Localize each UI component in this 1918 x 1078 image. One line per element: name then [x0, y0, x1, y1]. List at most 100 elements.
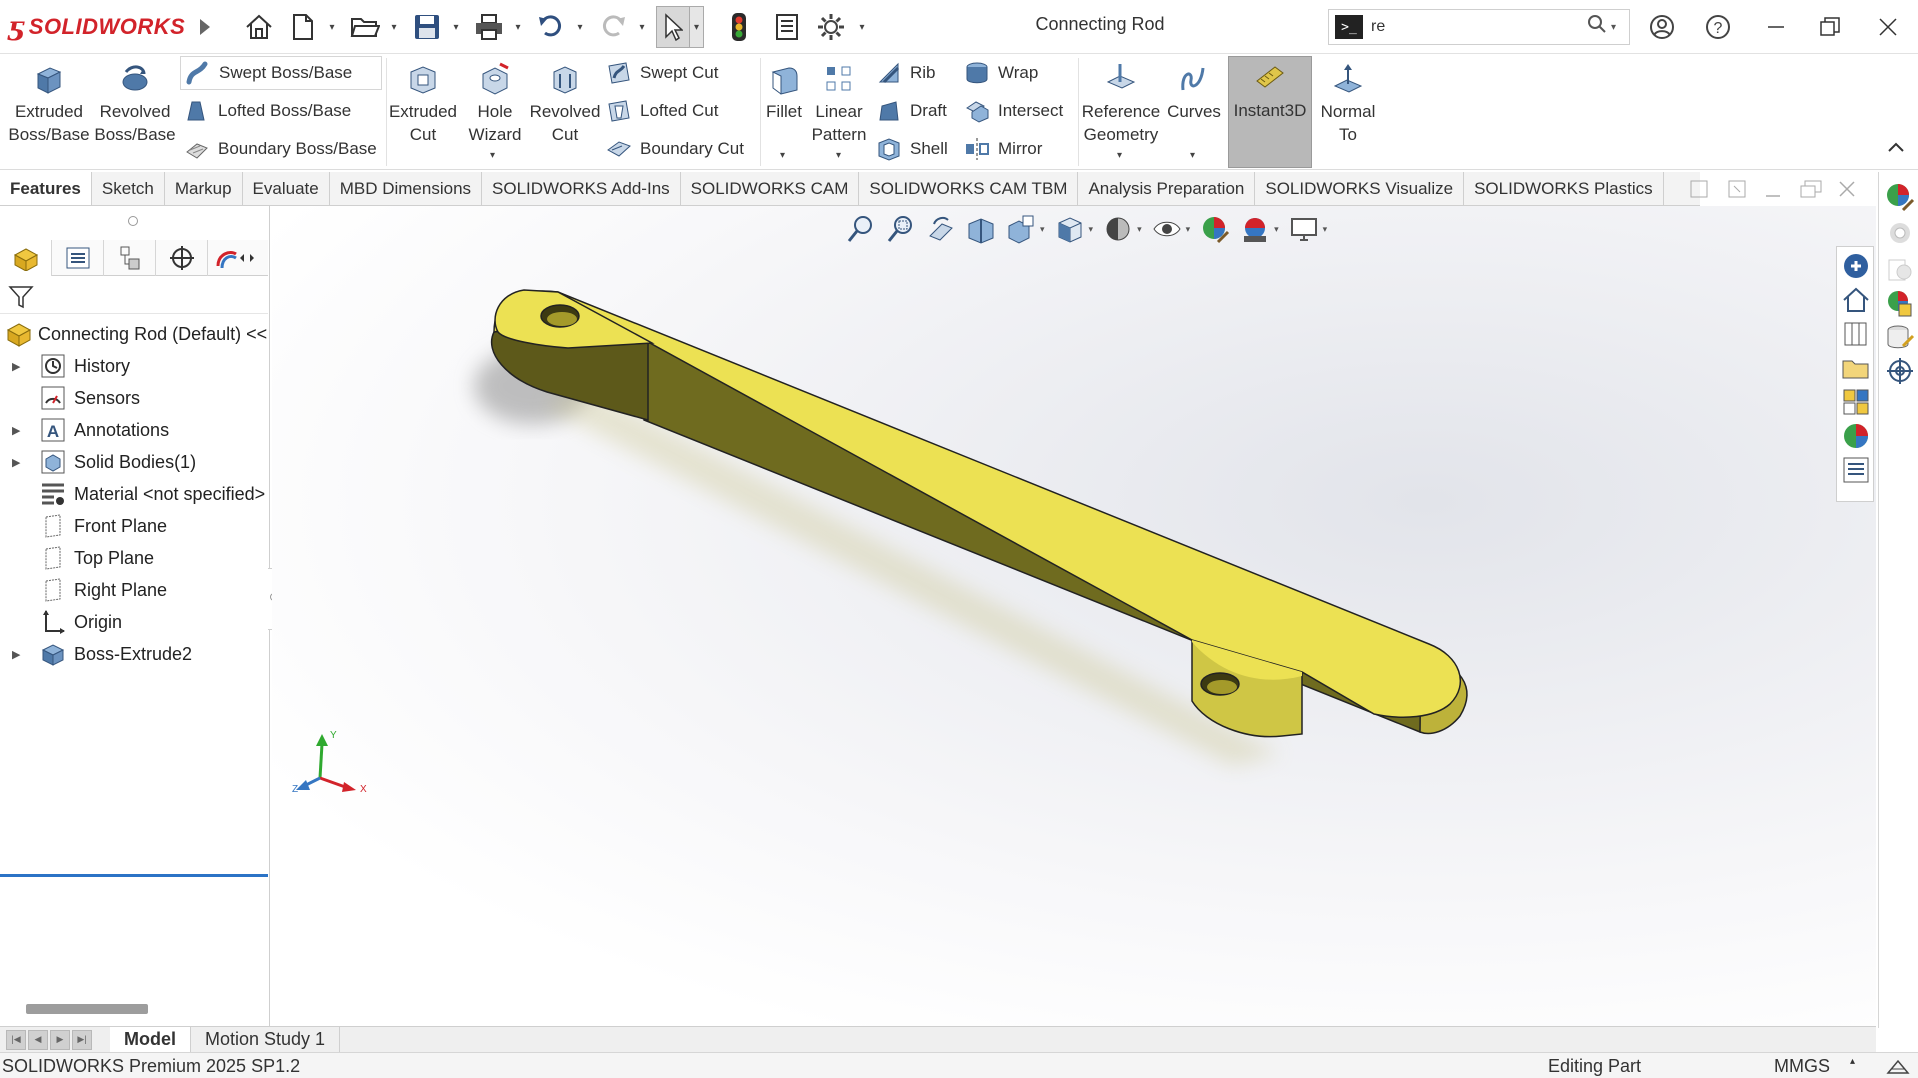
lofted-boss-button[interactable]: Lofted Boss/Base [184, 94, 351, 128]
tab-sketch[interactable]: Sketch [92, 172, 165, 205]
copy-appearance-icon[interactable] [1885, 254, 1915, 284]
search-box[interactable]: >_ ▾ [1328, 9, 1630, 45]
property-manager-tab-icon[interactable] [52, 239, 104, 276]
file-explorer-icon[interactable] [1841, 353, 1871, 383]
home-icon[interactable] [242, 10, 276, 44]
tab-markup[interactable]: Markup [165, 172, 243, 205]
tree-item-origin[interactable]: Origin [0, 606, 268, 638]
display-manager-tab-icon[interactable] [208, 240, 264, 276]
design-library-icon[interactable] [1841, 319, 1871, 349]
hole-wizard-dropdown-icon[interactable]: ▾ [490, 150, 495, 161]
file-properties-icon[interactable] [770, 10, 804, 44]
configuration-manager-tab-icon[interactable] [104, 239, 156, 276]
filter-icon[interactable] [8, 284, 34, 310]
search-input[interactable] [1371, 18, 1571, 36]
prev-tab-icon[interactable]: ◀ [28, 1029, 48, 1050]
swept-cut-button[interactable]: Swept Cut [606, 56, 718, 90]
tab-features[interactable]: Features [0, 172, 92, 205]
shell-button[interactable]: Shell [876, 132, 948, 166]
tab-motion-study-1[interactable]: Motion Study 1 [191, 1026, 341, 1053]
lofted-cut-button[interactable]: Lofted Cut [606, 94, 718, 128]
close-window-icon[interactable] [1866, 7, 1910, 47]
expand-arrow-icon[interactable]: ▶ [12, 424, 20, 437]
solidworks-resources-icon[interactable] [1841, 251, 1871, 281]
home-view-icon[interactable] [1841, 285, 1871, 315]
magnifier-icon[interactable] [1587, 14, 1607, 40]
redo-dropdown-icon[interactable]: ▾ [636, 10, 648, 44]
revolved-cut-button[interactable]: Revolved Cut [530, 58, 600, 166]
tab-solidworks-visualize[interactable]: SOLIDWORKS Visualize [1255, 172, 1465, 205]
custom-properties-icon[interactable] [1841, 455, 1871, 485]
options-dropdown-icon[interactable]: ▾ [856, 10, 868, 44]
save-dropdown-icon[interactable]: ▾ [450, 10, 462, 44]
expand-arrow-icon[interactable]: ▶ [12, 456, 20, 469]
view-palette-icon[interactable] [1841, 387, 1871, 417]
open-dropdown-icon[interactable]: ▾ [388, 10, 400, 44]
expand-arrow-icon[interactable]: ▶ [12, 360, 20, 373]
next-tab-icon[interactable]: ▶ [50, 1029, 70, 1050]
graphics-area[interactable]: ▾ ▾ ▾ ▾ ▾ ▾ Y X Z [272, 206, 1876, 1026]
undo-icon[interactable] [534, 10, 568, 44]
tree-item-top-plane[interactable]: Top Plane [0, 542, 268, 574]
unit-system[interactable]: MMGS [1774, 1056, 1830, 1077]
extruded-boss-button[interactable]: Extruded Boss/Base [8, 58, 90, 166]
normal-to-button[interactable]: Normal To [1316, 58, 1380, 166]
rebuild-traffic-light-icon[interactable] [722, 10, 756, 44]
intersect-button[interactable]: Intersect [964, 94, 1063, 128]
dimxpert-manager-tab-icon[interactable] [156, 239, 208, 276]
instant3d-button[interactable]: Instant3D [1228, 56, 1312, 168]
appearance-target-icon[interactable] [1885, 218, 1915, 248]
fillet-dropdown-icon[interactable]: ▾ [780, 150, 785, 161]
print-icon[interactable] [472, 10, 506, 44]
appearances-icon[interactable] [1885, 182, 1915, 212]
select-pointer-icon[interactable] [656, 6, 690, 48]
solidworks-logo[interactable]: ƽ SOLIDWORKS [8, 10, 185, 44]
reference-geometry-dropdown-icon[interactable]: ▾ [1117, 150, 1122, 161]
last-tab-icon[interactable]: ▶| [72, 1029, 92, 1050]
tab-mbd-dimensions[interactable]: MBD Dimensions [330, 172, 483, 205]
tab-model[interactable]: Model [110, 1026, 191, 1053]
tab-solidworks-cam[interactable]: SOLIDWORKS CAM [681, 172, 860, 205]
boundary-cut-button[interactable]: Boundary Cut [606, 132, 744, 166]
doc-minimize-icon[interactable] [1764, 182, 1782, 205]
status-settings-icon[interactable] [1886, 1055, 1910, 1077]
wrap-button[interactable]: Wrap [964, 56, 1038, 90]
help-icon[interactable]: ? [1696, 7, 1740, 47]
connecting-rod-model[interactable] [272, 206, 1876, 1026]
options-gear-icon[interactable] [814, 10, 848, 44]
target-crosshair-icon[interactable] [1885, 356, 1915, 386]
collapse-ribbon-icon[interactable] [1886, 138, 1906, 159]
doc-popout-icon[interactable] [1728, 180, 1746, 203]
restore-window-icon[interactable] [1808, 7, 1852, 47]
tab-evaluate[interactable]: Evaluate [243, 172, 330, 205]
open-folder-icon[interactable] [348, 10, 382, 44]
tree-item-history[interactable]: ▶ History [0, 350, 268, 382]
tree-item-front-plane[interactable]: Front Plane [0, 510, 268, 542]
expand-menu-icon[interactable] [188, 10, 222, 44]
undo-dropdown-icon[interactable]: ▾ [574, 10, 586, 44]
tree-root-connecting-rod[interactable]: Connecting Rod (Default) << [0, 318, 268, 350]
feature-manager-tab-icon[interactable] [0, 239, 52, 276]
tree-item-solid-bodies[interactable]: ▶ Solid Bodies(1) [0, 446, 268, 478]
pattern-dropdown-icon[interactable]: ▾ [836, 150, 841, 161]
tab-analysis-preparation[interactable]: Analysis Preparation [1078, 172, 1256, 205]
expand-arrow-icon[interactable]: ▶ [12, 648, 20, 661]
tree-item-right-plane[interactable]: Right Plane [0, 574, 268, 606]
tab-solidworks-add-ins[interactable]: SOLIDWORKS Add-Ins [482, 172, 681, 205]
new-dropdown-icon[interactable]: ▾ [326, 10, 338, 44]
mirror-button[interactable]: Mirror [964, 132, 1042, 166]
units-dropdown-icon[interactable]: ▴ [1850, 1056, 1855, 1067]
appearances-scenes-icon[interactable] [1841, 421, 1871, 451]
search-dropdown-icon[interactable]: ▾ [1611, 22, 1625, 33]
rollback-bar[interactable] [0, 874, 268, 877]
tree-item-material[interactable]: Material <not specified> [0, 478, 268, 510]
print-dropdown-icon[interactable]: ▾ [512, 10, 524, 44]
rib-button[interactable]: Rib [876, 56, 936, 90]
redo-icon[interactable] [596, 10, 630, 44]
user-account-icon[interactable] [1640, 7, 1684, 47]
tab-solidworks-cam-tbm[interactable]: SOLIDWORKS CAM TBM [859, 172, 1079, 205]
minimize-window-icon[interactable] [1754, 7, 1798, 47]
panel-grip-icon[interactable] [128, 216, 138, 226]
horizontal-scrollbar[interactable] [26, 1004, 148, 1014]
doc-restore-icon[interactable] [1800, 180, 1822, 203]
